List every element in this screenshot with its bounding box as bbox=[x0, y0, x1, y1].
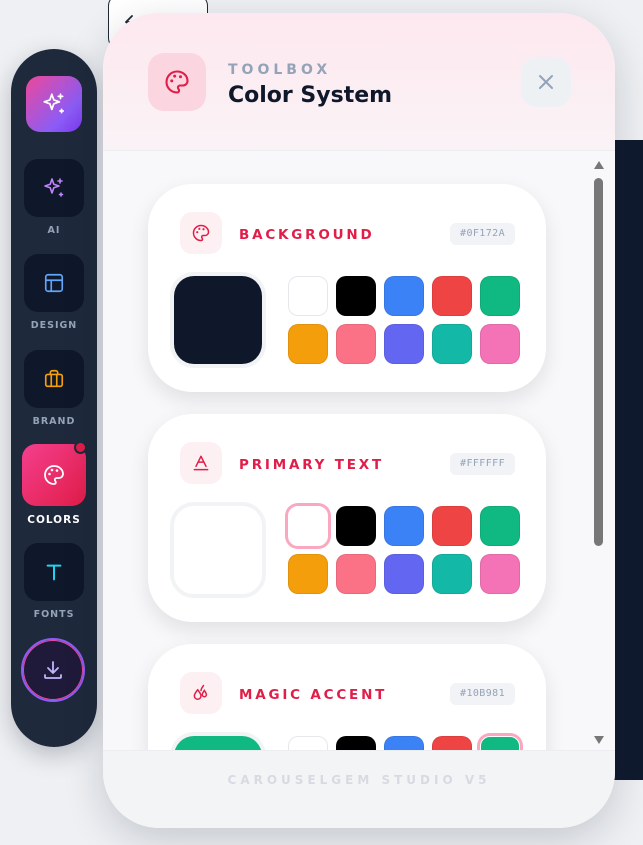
header-kicker: TOOLBOX bbox=[228, 62, 332, 78]
card-icon-box bbox=[180, 672, 222, 714]
card-icon-box bbox=[180, 442, 222, 484]
color-swatch[interactable] bbox=[336, 276, 376, 316]
rail-button-design[interactable] bbox=[24, 254, 84, 312]
color-swatch[interactable] bbox=[384, 554, 424, 594]
text-color-icon bbox=[193, 455, 209, 471]
swatch-grid bbox=[288, 276, 522, 364]
footer-brand-text: CAROUSELGEM STUDIO V5 bbox=[227, 773, 491, 787]
color-swatch[interactable] bbox=[432, 276, 472, 316]
panel-footer: CAROUSELGEM STUDIO V5 bbox=[103, 750, 615, 828]
color-swatch[interactable] bbox=[384, 276, 424, 316]
rail-button-fonts[interactable] bbox=[24, 543, 84, 601]
current-color-swatch[interactable] bbox=[170, 732, 266, 750]
color-system-panel: TOOLBOX Color System BACKGROUND #0F172A bbox=[103, 13, 615, 828]
color-swatch[interactable] bbox=[384, 506, 424, 546]
rail-label-design: DESIGN bbox=[30, 320, 78, 331]
page-title: Color System bbox=[228, 83, 393, 108]
color-swatch[interactable] bbox=[384, 324, 424, 364]
color-swatch[interactable] bbox=[336, 506, 376, 546]
color-swatch[interactable] bbox=[432, 324, 472, 364]
rail-label-ai: AI bbox=[47, 225, 61, 236]
type-icon bbox=[46, 564, 62, 581]
scroll-down-icon[interactable] bbox=[593, 735, 605, 745]
color-swatch[interactable] bbox=[384, 736, 424, 750]
palette-icon bbox=[165, 70, 189, 94]
color-swatch[interactable] bbox=[480, 554, 520, 594]
color-swatch[interactable] bbox=[288, 324, 328, 364]
rail-button-ai[interactable] bbox=[24, 159, 84, 217]
color-swatch[interactable] bbox=[480, 736, 520, 750]
download-button[interactable] bbox=[21, 638, 85, 702]
color-card-primary-text: PRIMARY TEXT #FFFFFF bbox=[148, 414, 546, 622]
rail-label-brand: BRAND bbox=[32, 416, 76, 427]
card-title: PRIMARY TEXT bbox=[239, 457, 384, 473]
card-icon-box bbox=[180, 212, 222, 254]
layout-icon bbox=[44, 273, 64, 293]
color-card-magic-accent: MAGIC ACCENT #10B981 bbox=[148, 644, 546, 750]
header-icon-box bbox=[148, 53, 206, 111]
notification-dot bbox=[74, 441, 87, 454]
swatch-grid bbox=[288, 506, 522, 594]
sparkles-icon bbox=[44, 178, 64, 197]
rail-label-colors: COLORS bbox=[27, 514, 81, 526]
app-logo[interactable] bbox=[26, 76, 82, 132]
color-swatch[interactable] bbox=[288, 554, 328, 594]
color-swatch[interactable] bbox=[480, 324, 520, 364]
rail-item-design[interactable]: DESIGN bbox=[11, 254, 97, 331]
current-color-swatch[interactable] bbox=[170, 272, 266, 368]
rail-button-brand[interactable] bbox=[24, 350, 84, 408]
color-swatch[interactable] bbox=[432, 736, 472, 750]
color-swatch[interactable] bbox=[288, 506, 328, 546]
cards-scroll-area[interactable]: BACKGROUND #0F172A PRIMARY TEXT #FFFFFF bbox=[103, 152, 615, 750]
current-color-swatch[interactable] bbox=[170, 502, 266, 598]
color-swatch[interactable] bbox=[288, 276, 328, 316]
palette-icon bbox=[44, 465, 64, 485]
rail-label-fonts: FONTS bbox=[33, 609, 75, 620]
hex-value-badge[interactable]: #FFFFFF bbox=[450, 453, 515, 475]
droplets-icon bbox=[193, 684, 208, 700]
side-rail: AI DESIGN BRAND COLORS FONTS bbox=[11, 49, 97, 747]
swatch-grid bbox=[288, 736, 522, 750]
close-button[interactable] bbox=[521, 57, 571, 107]
color-swatch[interactable] bbox=[432, 554, 472, 594]
card-title: MAGIC ACCENT bbox=[239, 687, 388, 703]
hex-value-badge[interactable]: #10B981 bbox=[450, 683, 515, 705]
rail-button-colors[interactable] bbox=[22, 444, 86, 506]
color-swatch[interactable] bbox=[432, 506, 472, 546]
scroll-up-icon[interactable] bbox=[593, 160, 605, 170]
hex-value-badge[interactable]: #0F172A bbox=[450, 223, 515, 245]
rail-item-ai[interactable]: AI bbox=[11, 159, 97, 236]
palette-icon bbox=[192, 224, 210, 242]
color-swatch[interactable] bbox=[336, 324, 376, 364]
panel-header: TOOLBOX Color System bbox=[103, 13, 615, 151]
scrollbar-thumb[interactable] bbox=[594, 178, 603, 546]
color-swatch[interactable] bbox=[480, 506, 520, 546]
sparkles-icon bbox=[43, 93, 65, 114]
color-swatch[interactable] bbox=[480, 276, 520, 316]
color-swatch[interactable] bbox=[336, 736, 376, 750]
color-swatch[interactable] bbox=[336, 554, 376, 594]
rail-item-colors[interactable]: COLORS bbox=[11, 441, 97, 526]
briefcase-icon bbox=[44, 369, 64, 388]
color-swatch[interactable] bbox=[288, 736, 328, 750]
scrollbar[interactable] bbox=[591, 160, 605, 745]
rail-item-fonts[interactable]: FONTS bbox=[11, 543, 97, 620]
card-title: BACKGROUND bbox=[239, 227, 375, 243]
download-icon bbox=[44, 661, 62, 679]
rail-item-brand[interactable]: BRAND bbox=[11, 350, 97, 427]
close-icon bbox=[539, 75, 553, 89]
color-card-background: BACKGROUND #0F172A bbox=[148, 184, 546, 392]
